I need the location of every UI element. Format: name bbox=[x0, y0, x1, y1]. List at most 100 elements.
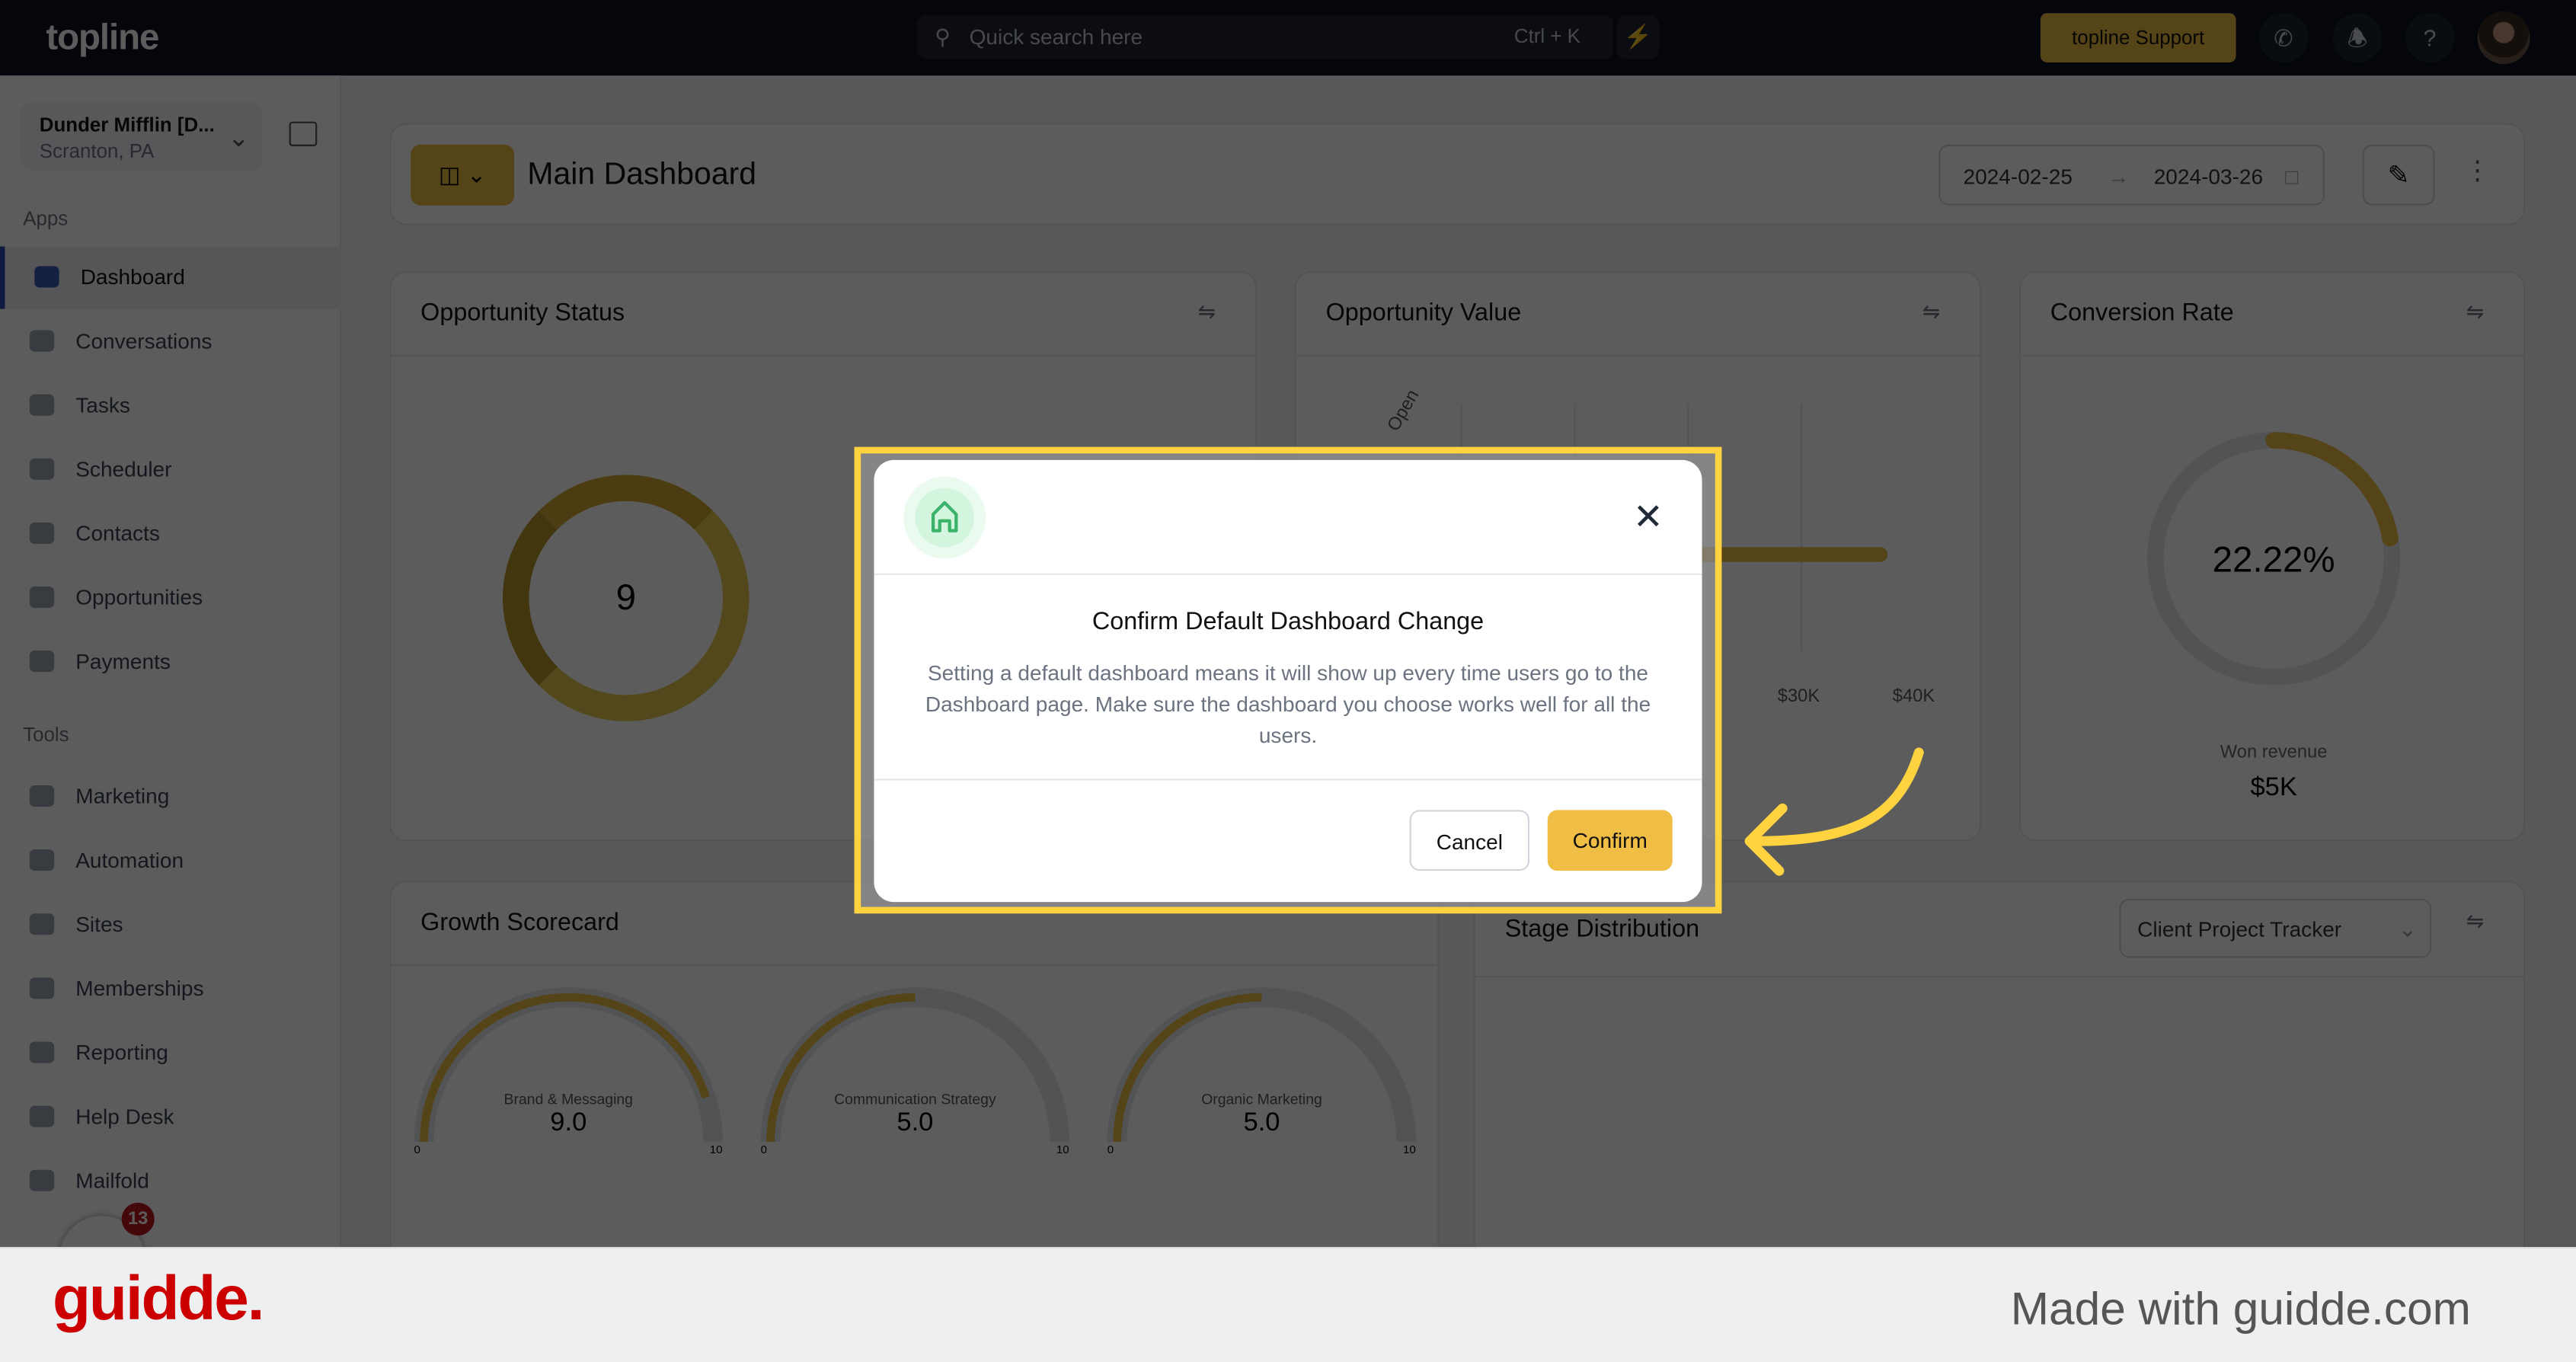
sidebar-item-label: Scheduler bbox=[75, 456, 172, 481]
payments-icon bbox=[29, 651, 55, 673]
confirm-button[interactable]: Confirm bbox=[1547, 810, 1673, 871]
tools-section-label: Tools bbox=[23, 723, 69, 747]
gauge bbox=[414, 987, 724, 1143]
sidebar-item-label: Reporting bbox=[75, 1040, 168, 1065]
gauge-label: Communication Strategy bbox=[834, 1091, 996, 1108]
sidebar-item-label: Mailfold bbox=[75, 1168, 149, 1193]
sidebar-item-marketing[interactable]: Marketing bbox=[0, 766, 342, 828]
donut-total: 9 bbox=[615, 577, 636, 618]
dashboard-switcher-button[interactable]: ◫ ⌄ bbox=[411, 144, 515, 206]
sidebar-item-contacts[interactable]: Contacts bbox=[0, 503, 342, 565]
growth-scorecard-widget: Growth Scorecard Brand & Messaging 9.0 0… bbox=[389, 881, 1440, 1248]
avatar[interactable] bbox=[2477, 11, 2530, 65]
date-start: 2024-02-25 bbox=[1963, 164, 2073, 190]
sidebar-item-label: Opportunities bbox=[75, 584, 203, 610]
sidebar-item-help-desk[interactable]: Help Desk bbox=[0, 1086, 342, 1149]
x-tick: $40K bbox=[1892, 686, 1935, 707]
widget-title: Growth Scorecard bbox=[420, 908, 619, 937]
sidebar-item-payments[interactable]: Payments bbox=[0, 631, 342, 693]
filter-icon[interactable]: ⇋ bbox=[1198, 299, 1216, 326]
gauge bbox=[760, 987, 1070, 1143]
quick-search-input[interactable]: ⚲ Quick search here Ctrl + K bbox=[916, 14, 1614, 59]
search-shortcut: Ctrl + K bbox=[1513, 24, 1580, 48]
reporting-icon bbox=[29, 1041, 55, 1063]
gauge bbox=[1107, 987, 1417, 1143]
sidebar-item-scheduler[interactable]: Scheduler bbox=[0, 439, 342, 501]
sidebar-item-label: Marketing bbox=[75, 783, 170, 809]
divider bbox=[874, 573, 1702, 575]
sidebar-item-tasks[interactable]: Tasks bbox=[0, 375, 342, 437]
sidebar-item-automation[interactable]: Automation bbox=[0, 830, 342, 892]
filter-icon[interactable]: ⇋ bbox=[2466, 299, 2485, 326]
bell-icon[interactable]: 🕭 bbox=[2332, 13, 2383, 62]
widget-title: Conversion Rate bbox=[2050, 299, 2234, 328]
sidebar-item-label: Sites bbox=[75, 912, 123, 937]
widget-title: Opportunity Value bbox=[1325, 299, 1522, 328]
pipeline-select[interactable]: Client Project Tracker ⌄ bbox=[2119, 898, 2432, 958]
filter-icon[interactable]: ⇋ bbox=[1922, 299, 1941, 326]
pointer-arrow bbox=[1744, 747, 1924, 876]
more-options-icon[interactable]: ⋮ bbox=[2464, 155, 2491, 187]
calendar-icon: □ bbox=[2285, 164, 2299, 190]
modal-title: Confirm Default Dashboard Change bbox=[1091, 608, 1485, 636]
mailfold-icon bbox=[29, 1169, 55, 1191]
sidebar-item-opportunities[interactable]: Opportunities bbox=[0, 567, 342, 629]
help-icon[interactable]: ? bbox=[2405, 13, 2455, 62]
gauge-value: 5.0 bbox=[1243, 1108, 1280, 1137]
dashboard-icon bbox=[34, 266, 59, 288]
conversations-icon bbox=[29, 330, 55, 352]
pencil-icon: ✎ bbox=[2387, 162, 2410, 191]
sidebar-item-label: Conversations bbox=[75, 328, 213, 353]
collapse-sidebar-icon[interactable] bbox=[289, 121, 318, 146]
sidebar-item-dashboard[interactable]: Dashboard bbox=[0, 246, 342, 309]
search-placeholder: Quick search here bbox=[969, 24, 1143, 50]
gauge-max: 10 bbox=[709, 1145, 723, 1157]
sidebar-item-sites[interactable]: Sites bbox=[0, 894, 342, 956]
sidebar-item-label: Tasks bbox=[75, 392, 130, 417]
bolt-icon[interactable]: ⚡ bbox=[1616, 14, 1660, 59]
gauge-min: 0 bbox=[760, 1145, 768, 1157]
memberships-icon bbox=[29, 977, 55, 999]
gauge-max: 10 bbox=[1056, 1145, 1069, 1157]
gauge-label: Brand & Messaging bbox=[503, 1091, 633, 1108]
date-range-picker[interactable]: 2024-02-25 → 2024-03-26 □ bbox=[1938, 144, 2325, 206]
gauge-label: Organic Marketing bbox=[1201, 1091, 1322, 1108]
cancel-button[interactable]: Cancel bbox=[1409, 810, 1530, 871]
contacts-icon bbox=[29, 522, 55, 544]
modal-icon bbox=[903, 476, 986, 559]
gauge-max: 10 bbox=[1402, 1145, 1416, 1157]
won-revenue-label: Won revenue bbox=[2220, 742, 2328, 763]
gauge-value: 5.0 bbox=[896, 1108, 934, 1137]
account-switcher[interactable]: Dunder Mifflin [D... Scranton, PA ⌄ bbox=[19, 101, 264, 171]
confirm-default-dashboard-modal: ✕ Confirm Default Dashboard Change Setti… bbox=[874, 459, 1702, 903]
account-location: Scranton, PA bbox=[39, 139, 155, 163]
gauge-min: 0 bbox=[414, 1145, 420, 1157]
support-button[interactable]: topline Support bbox=[2040, 13, 2236, 62]
notification-badge: 13 bbox=[121, 1202, 155, 1236]
home-icon bbox=[931, 500, 958, 532]
sidebar-item-mailfold[interactable]: Mailfold bbox=[0, 1150, 342, 1213]
top-bar: topline ⚲ Quick search here Ctrl + K ⚡ t… bbox=[0, 0, 2576, 76]
topline-logo[interactable]: topline bbox=[46, 17, 159, 59]
sidebar-item-label: Payments bbox=[75, 648, 171, 674]
close-icon[interactable]: ✕ bbox=[1633, 496, 1664, 539]
edit-button[interactable]: ✎ bbox=[2362, 144, 2435, 206]
search-icon: ⚲ bbox=[935, 24, 951, 50]
chevron-down-icon: ⌄ bbox=[227, 124, 250, 153]
sidebar-item-memberships[interactable]: Memberships bbox=[0, 958, 342, 1020]
arrow-right-icon: → bbox=[2108, 164, 2130, 190]
filter-icon[interactable]: ⇋ bbox=[2466, 909, 2485, 935]
sites-icon bbox=[29, 913, 55, 935]
sidebar-item-conversations[interactable]: Conversations bbox=[0, 311, 342, 373]
sidebar-item-reporting[interactable]: Reporting bbox=[0, 1022, 342, 1085]
conversion-value: 22.22% bbox=[2212, 539, 2335, 580]
sidebar: Dunder Mifflin [D... Scranton, PA ⌄ Apps… bbox=[0, 75, 342, 1248]
gauge-value: 9.0 bbox=[550, 1108, 587, 1137]
guidde-logo: guidde. bbox=[53, 1264, 264, 1335]
chat-widget[interactable]: 13 bbox=[59, 1202, 155, 1248]
phone-icon[interactable]: ✆ bbox=[2258, 13, 2309, 62]
axis-label: Open bbox=[1384, 386, 1424, 435]
page-title: Main Dashboard bbox=[527, 158, 757, 193]
made-with-guidde: Made with guidde.com bbox=[2010, 1283, 2471, 1335]
widget-title: Stage Distribution bbox=[1504, 915, 1700, 944]
